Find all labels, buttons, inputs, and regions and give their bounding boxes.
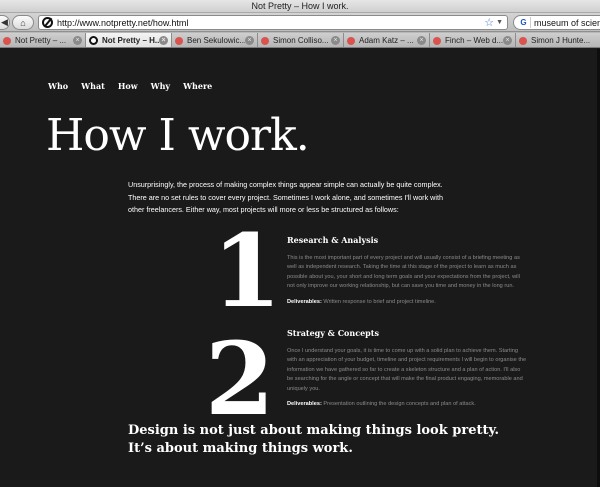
deliverables-text: Written response to brief and project ti… [323, 298, 436, 305]
site-favicon-icon [42, 17, 53, 28]
window-titlebar: Not Pretty – How I work. [0, 0, 600, 13]
tab-simon-j-hunter[interactable]: Simon J Hunte... [516, 33, 600, 47]
step-body: Once I understand your goals, it is time… [287, 348, 527, 392]
nav-link-who[interactable]: Who [48, 81, 68, 91]
home-button[interactable]: ⌂ [12, 15, 34, 30]
step-deliverables: Deliverables: Written response to brief … [287, 298, 527, 307]
tab-ben-sekulowicz[interactable]: Ben Sekulowic... × [172, 33, 258, 47]
tab-close-icon[interactable]: × [503, 36, 512, 45]
tagline: Design is not just about making things l… [128, 422, 548, 458]
deliverables-label: Deliverables: [287, 298, 322, 305]
tab-favicon-icon [347, 36, 355, 45]
tab-label: Simon J Hunte... [531, 36, 591, 45]
window-title: Not Pretty – How I work. [251, 1, 349, 11]
tab-finch[interactable]: Finch – Web d... × [430, 33, 516, 47]
tab-not-pretty[interactable]: Not Pretty – ... × [0, 33, 86, 47]
tagline-line-2: It’s about making things work. [128, 441, 353, 456]
page-content: Who What How Why Where How I work. Unsur… [0, 49, 600, 487]
bookmark-star-icon[interactable]: ☆ [484, 16, 494, 29]
browser-toolbar: ◀ ⌂ http://www.notpretty.net/how.html ☆ … [0, 13, 600, 32]
tab-favicon-icon [519, 36, 527, 45]
search-bar[interactable]: G museum of scien [513, 15, 600, 30]
step-body: This is the most important part of every… [287, 255, 520, 290]
step-title: Research & Analysis [287, 235, 379, 245]
tagline-line-1: Design is not just about making things l… [128, 423, 500, 438]
tab-label: Simon Colliso... [273, 36, 329, 45]
step-number-2: 2 [205, 320, 275, 438]
back-button[interactable]: ◀ [0, 15, 10, 30]
step-title: Strategy & Concepts [287, 328, 379, 338]
url-bar[interactable]: http://www.notpretty.net/how.html ☆ ▼ [38, 15, 508, 30]
tab-not-pretty-how[interactable]: Not Pretty – H... × [86, 33, 172, 47]
tab-simon-collison[interactable]: Simon Colliso... × [258, 33, 344, 47]
tab-close-icon[interactable]: × [73, 36, 82, 45]
step-deliverables: Deliverables: Presentation outlining the… [287, 400, 527, 409]
tab-label: Adam Katz – ... [359, 36, 414, 45]
tab-adam-katz[interactable]: Adam Katz – ... × [344, 33, 430, 47]
tab-close-icon[interactable]: × [245, 36, 254, 45]
url-input[interactable]: http://www.notpretty.net/how.html [57, 18, 484, 28]
search-engine-icon[interactable]: G [517, 17, 531, 28]
home-icon: ⌂ [20, 17, 26, 28]
deliverables-label: Deliverables: [287, 401, 322, 408]
intro-paragraph: Unsurprisingly, the process of making co… [128, 180, 443, 214]
step-research-analysis: Research & Analysis This is the most imp… [287, 235, 527, 307]
nav-link-what[interactable]: What [81, 81, 105, 91]
search-input[interactable]: museum of scien [534, 18, 600, 28]
nav-link-why[interactable]: Why [151, 81, 170, 91]
tab-close-icon[interactable]: × [417, 36, 426, 45]
nav-link-where[interactable]: Where [183, 81, 212, 91]
tab-close-icon[interactable]: × [331, 36, 340, 45]
tab-label: Ben Sekulowic... [187, 36, 245, 45]
tab-favicon-icon [433, 36, 441, 45]
step-number-1: 1 [212, 212, 282, 330]
deliverables-text: Presentation outlining the design concep… [323, 401, 476, 408]
tab-favicon-icon [3, 36, 11, 45]
tab-favicon-icon [89, 36, 98, 45]
tab-favicon-icon [175, 36, 183, 45]
tab-close-icon[interactable]: × [159, 36, 168, 45]
nav-link-how[interactable]: How [118, 81, 138, 91]
tab-bar: Not Pretty – ... × Not Pretty – H... × B… [0, 32, 600, 48]
page-title: How I work. [46, 110, 310, 161]
tab-label: Not Pretty – H... [102, 36, 159, 45]
tab-label: Not Pretty – ... [15, 36, 67, 45]
tab-label: Finch – Web d... [445, 36, 503, 45]
site-nav: Who What How Why Where [48, 81, 212, 91]
back-arrow-icon: ◀ [1, 17, 8, 27]
url-dropdown-icon[interactable]: ▼ [496, 19, 503, 26]
step-strategy-concepts: Strategy & Concepts Once I understand yo… [287, 328, 527, 409]
tab-favicon-icon [261, 36, 269, 45]
